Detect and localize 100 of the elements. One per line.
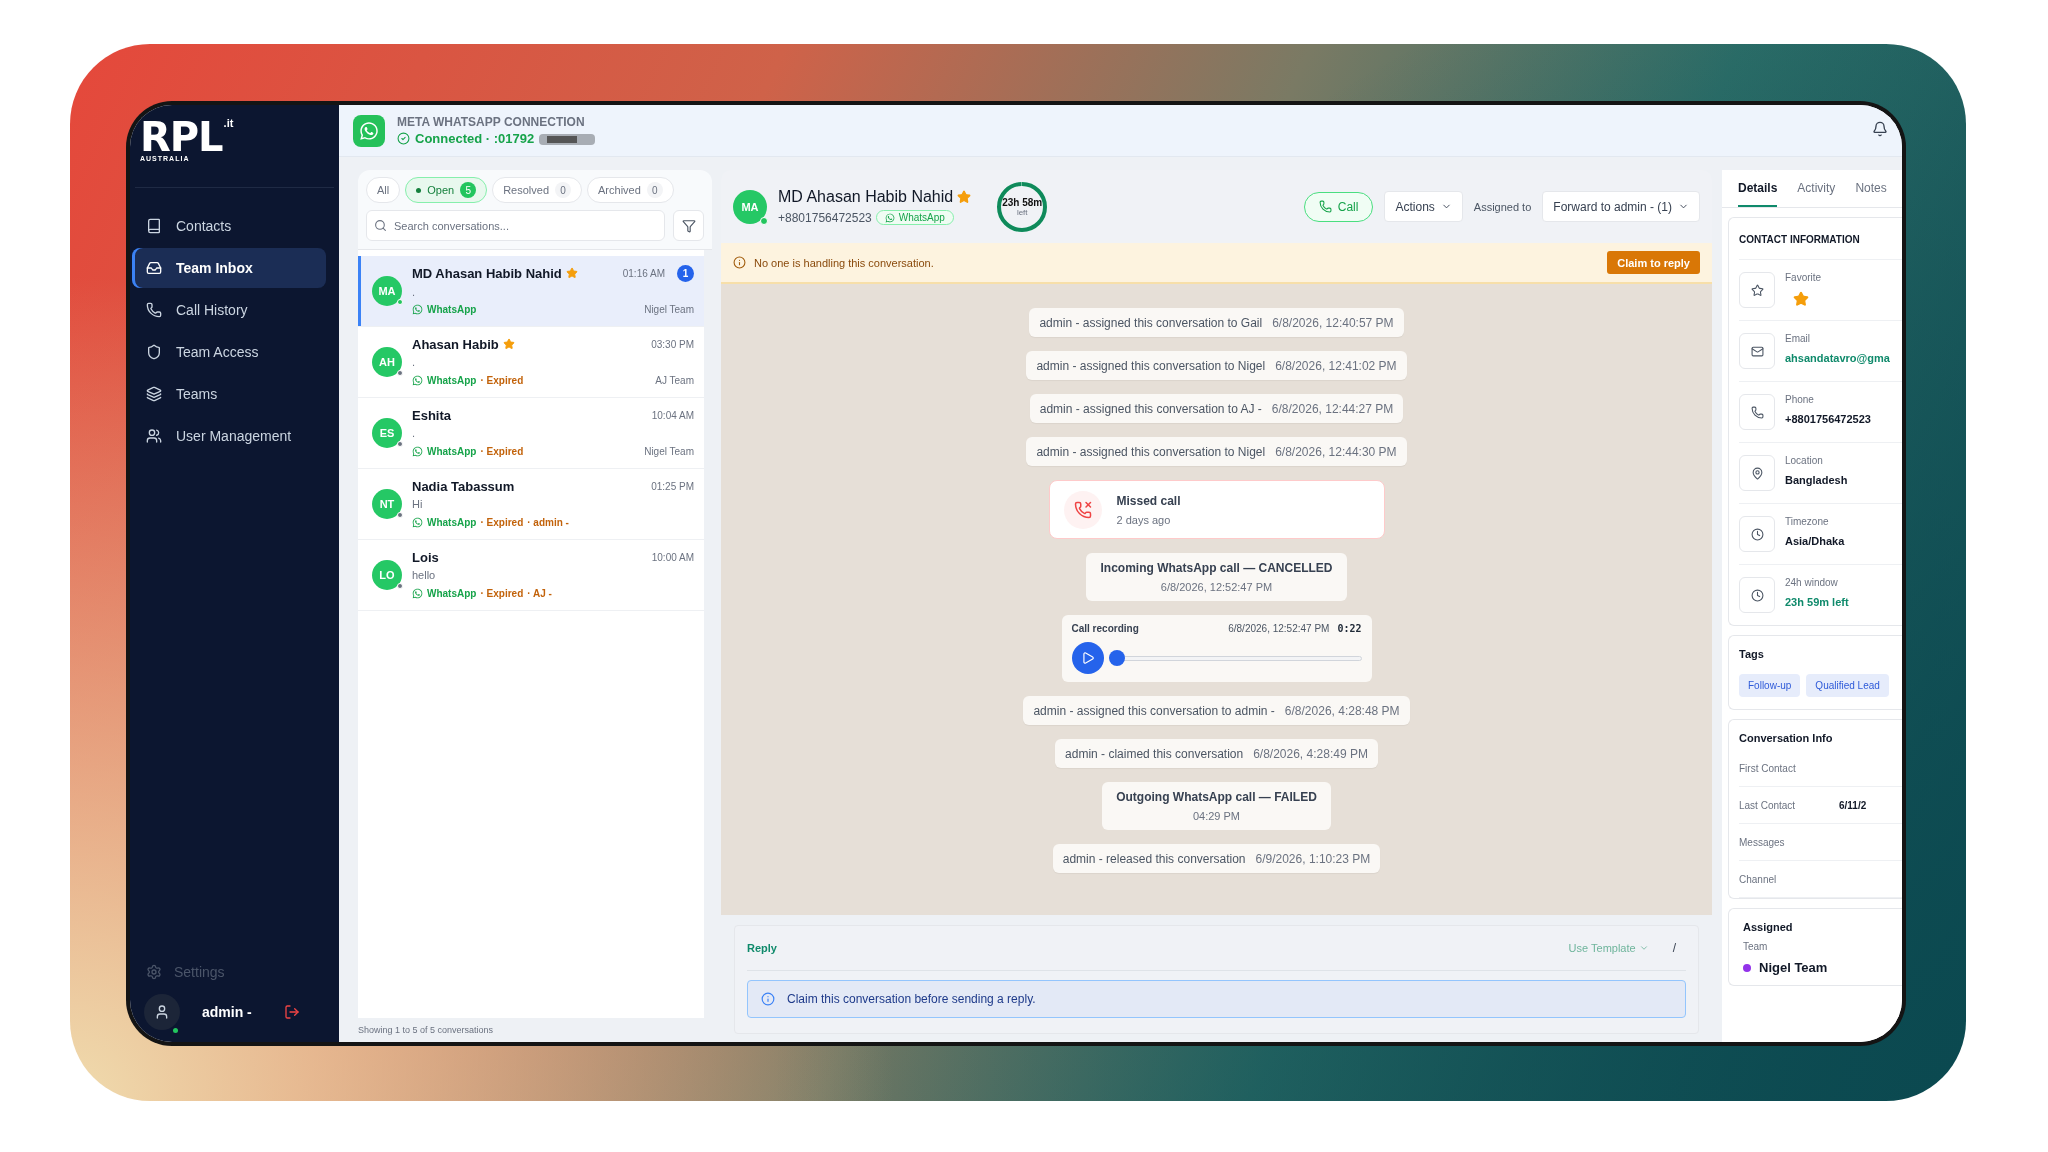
avatar: ES [372, 418, 402, 448]
call-status-title: Outgoing WhatsApp call — FAILED [1116, 790, 1317, 804]
event-text: admin - assigned this conversation to Nigel [1036, 444, 1266, 459]
sidebar-item[interactable]: Teams [132, 374, 326, 414]
team-label: Nigel Team [644, 445, 694, 457]
contact-name: MD Ahasan Habib Nahid [778, 187, 954, 206]
layers-icon [146, 386, 162, 402]
field-label: Timezone [1785, 516, 1830, 527]
assigned-label: Assigned to [1473, 200, 1532, 213]
sidebar-item[interactable]: Contacts [132, 206, 326, 246]
tag: Qualified Lead [1806, 674, 1889, 697]
shield-icon [146, 344, 162, 360]
actions-dropdown[interactable]: Actions [1384, 191, 1463, 222]
conversation-time: 03:30 PM [651, 338, 694, 350]
whatsapp-icon [412, 374, 423, 386]
details-tab[interactable]: Notes [1855, 170, 1887, 207]
call-status-time: 6/8/2026, 12:52:47 PM [1160, 581, 1273, 593]
filter-tab[interactable]: All [366, 177, 401, 203]
timer-label: left [1016, 207, 1028, 217]
message-preview: Hi [412, 498, 423, 510]
event-time: 6/8/2026, 12:44:27 PM [1271, 401, 1394, 416]
event-time: 6/8/2026, 12:44:30 PM [1275, 444, 1397, 459]
phone-icon [146, 302, 162, 318]
whatsapp-icon [412, 445, 423, 457]
avatar: AH [372, 347, 402, 377]
contact-phone: +8801756472523 [778, 210, 872, 225]
blurred-number-icon [539, 131, 596, 146]
shortcut-hint: / [1672, 941, 1676, 955]
recording-title: Call recording [1071, 623, 1139, 634]
conversation-time: 01:25 PM [651, 480, 694, 492]
play-icon [1080, 651, 1095, 665]
conversation-item[interactable]: MA MD Ahasan Habib Nahid 01:16 AM 1 . WhatsApp Nigel Team [358, 256, 704, 327]
filter-tab[interactable]: Open 5 [405, 177, 488, 203]
channel-label: WhatsApp [427, 516, 477, 528]
team-label: AJ Team [655, 374, 694, 386]
assignee-dropdown[interactable]: Forward to admin - (1) [1542, 191, 1700, 222]
phone-icon [1318, 200, 1332, 213]
map-pin-icon [1739, 455, 1775, 491]
star-icon[interactable] [1793, 291, 1809, 307]
status-label: · admin - [527, 516, 569, 528]
info-label: Last Contact [1739, 799, 1797, 811]
section-title: CONTACT INFORMATION [1739, 234, 1861, 245]
sidebar-item[interactable]: Team Access [132, 332, 326, 372]
clock-icon [1739, 577, 1775, 613]
event-time: 6/9/2026, 1:10:23 PM [1255, 851, 1371, 866]
status-label: · Expired [480, 445, 524, 457]
unread-badge: 1 [677, 264, 694, 282]
field-value: Asia/Dhaka [1785, 535, 1845, 547]
info-label: Messages [1739, 836, 1786, 848]
team-label: Nigel Team [644, 304, 694, 315]
event-text: admin - assigned this conversation to Gail [1039, 315, 1263, 330]
user-name: admin - [202, 1004, 253, 1020]
section-title: Conversation Info [1739, 732, 1834, 744]
field-label: Phone [1785, 394, 1815, 405]
info-icon [733, 256, 746, 269]
message-preview: . [412, 427, 416, 439]
logo-superscript: .it [223, 117, 234, 129]
field-label: Location [1785, 455, 1824, 466]
filter-button[interactable] [673, 210, 704, 241]
details-tab[interactable]: Details [1738, 170, 1778, 207]
logo-text: RPL [140, 119, 223, 155]
filter-tab[interactable]: Archived 0 [587, 177, 674, 203]
filter-tab[interactable]: Resolved 0 [492, 177, 582, 203]
field-label: Favorite [1785, 272, 1822, 283]
field-value: ahsandatavro@gma [1785, 352, 1890, 364]
reply-title: Reply [747, 942, 777, 954]
check-icon [397, 132, 410, 145]
status-label: · Expired [480, 374, 524, 386]
channel-label: WhatsApp [427, 374, 477, 386]
sidebar-item[interactable]: Team Inbox [132, 248, 326, 288]
play-button[interactable] [1071, 642, 1104, 674]
search-icon [374, 219, 387, 232]
field-label: 24h window [1785, 577, 1839, 588]
event-time: 6/8/2026, 4:28:49 PM [1253, 746, 1368, 761]
avatar: LO [372, 560, 402, 590]
audio-slider[interactable] [1111, 650, 1362, 666]
event-text: admin - claimed this conversation [1065, 746, 1244, 761]
logout-icon[interactable] [284, 1004, 300, 1020]
field-value: Bangladesh [1785, 474, 1848, 486]
team-name: Nigel Team [1759, 960, 1828, 975]
sidebar-item[interactable]: User Management [132, 416, 326, 456]
missed-call-icon [1063, 490, 1102, 529]
chevron-down-icon [1638, 943, 1649, 953]
search-field[interactable]: Search conversations... [366, 210, 665, 241]
status-label: · AJ - [527, 587, 552, 599]
user-avatar [144, 994, 180, 1030]
recording-duration: 0:22 [1337, 623, 1362, 634]
field-label: Email [1785, 333, 1811, 344]
message-preview: . [412, 285, 416, 298]
contact-name: Lois [412, 549, 439, 565]
conversation-time: 10:04 AM [651, 409, 694, 421]
details-tab[interactable]: Activity [1797, 170, 1836, 207]
bell-icon[interactable] [1872, 120, 1888, 137]
event-time: 6/8/2026, 12:41:02 PM [1275, 358, 1397, 373]
info-label: Channel [1739, 873, 1778, 885]
contact-name: Ahasan Habib [412, 336, 499, 352]
slider-thumb[interactable] [1109, 649, 1126, 666]
field-label: Team [1743, 941, 1769, 952]
contact-name: MD Ahasan Habib Nahid [412, 265, 562, 281]
sidebar-item[interactable]: Call History [132, 290, 326, 330]
